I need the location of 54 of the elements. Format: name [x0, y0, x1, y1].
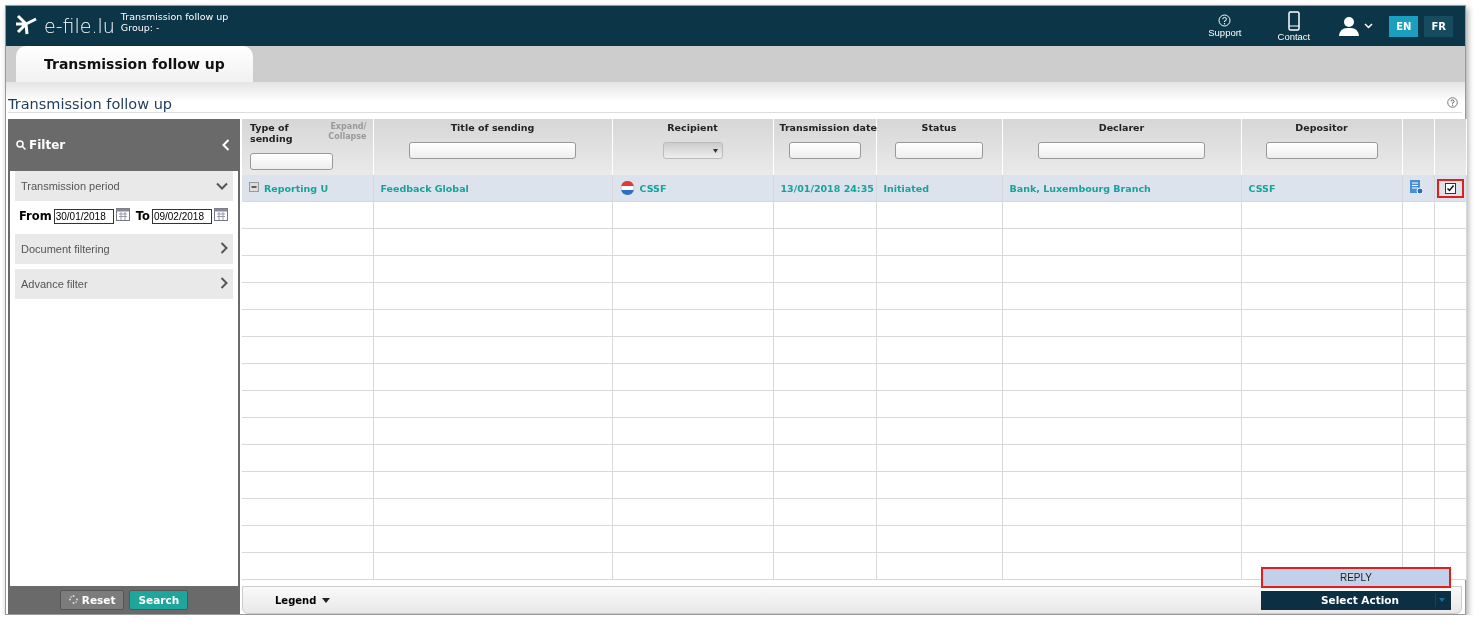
- from-label: From: [19, 209, 52, 223]
- nav-link[interactable]: Contact: [1277, 30, 1311, 42]
- filter-section[interactable]: Advance filter: [15, 269, 233, 299]
- filter-field[interactable]: [788, 142, 861, 159]
- section-label: Advance filter: [21, 278, 88, 290]
- phone-icon[interactable]: [1287, 10, 1300, 31]
- help-icon[interactable]: [1447, 97, 1458, 108]
- checkbox[interactable]: [1444, 182, 1456, 194]
- column-header: Declarer: [1098, 122, 1145, 133]
- group-label: Group: -: [120, 22, 161, 33]
- chevron-down-icon[interactable]: [216, 182, 228, 190]
- search-icon: [16, 140, 26, 150]
- spinner-icon: [68, 595, 78, 604]
- filter-title: Filter: [29, 138, 66, 152]
- filter-section[interactable]: Document filtering: [15, 234, 233, 264]
- language-button[interactable]: FR: [1424, 15, 1453, 37]
- column-header: Title of sending: [450, 122, 535, 133]
- section-label: Transmission period: [21, 180, 120, 192]
- column-header: Recipient: [667, 122, 718, 133]
- filter-field[interactable]: [895, 142, 983, 159]
- filter-section[interactable]: Transmission period: [15, 171, 233, 201]
- column-header: Status: [921, 122, 957, 133]
- page-title: Transmission follow up: [8, 96, 173, 112]
- nav-link[interactable]: Support: [1208, 27, 1242, 38]
- caret-down-icon[interactable]: [1435, 593, 1447, 607]
- tab[interactable]: Transmission follow up: [16, 46, 253, 82]
- filter-field[interactable]: [1038, 142, 1205, 159]
- select-action-dropdown[interactable]: Select Action: [1261, 590, 1451, 610]
- menu-item[interactable]: REPLY: [1261, 567, 1451, 588]
- collapse-icon[interactable]: [249, 182, 259, 192]
- chevron-right-icon[interactable]: [220, 277, 228, 289]
- date-field[interactable]: 09/02/2018: [151, 208, 212, 224]
- section-label: Document filtering: [21, 243, 110, 255]
- logo-text[interactable]: e-file.lu: [44, 15, 115, 37]
- user-icon[interactable]: [1338, 16, 1361, 36]
- filter-field[interactable]: [1265, 142, 1378, 159]
- flag-icon: [619, 181, 635, 195]
- calendar-icon[interactable]: [213, 208, 228, 221]
- calendar-icon[interactable]: [115, 208, 130, 221]
- caret-down-icon: [712, 148, 718, 153]
- to-label: To: [135, 209, 150, 223]
- chevron-left-icon[interactable]: [222, 139, 230, 151]
- chevron-right-icon[interactable]: [220, 242, 228, 254]
- column-header: Transmission date: [779, 122, 877, 133]
- filter-field[interactable]: [250, 153, 333, 170]
- caret-down-icon: [322, 597, 331, 603]
- column-header: Type of sending: [250, 122, 294, 144]
- column-header: Depositor: [1295, 122, 1348, 133]
- reset-button[interactable]: Reset: [59, 590, 125, 610]
- date-field[interactable]: 30/01/2018: [53, 208, 114, 224]
- legend-button[interactable]: Legend: [275, 594, 317, 606]
- context-title: Transmission follow up: [120, 11, 229, 22]
- filter-field[interactable]: [409, 142, 576, 159]
- document-icon[interactable]: [1409, 180, 1423, 194]
